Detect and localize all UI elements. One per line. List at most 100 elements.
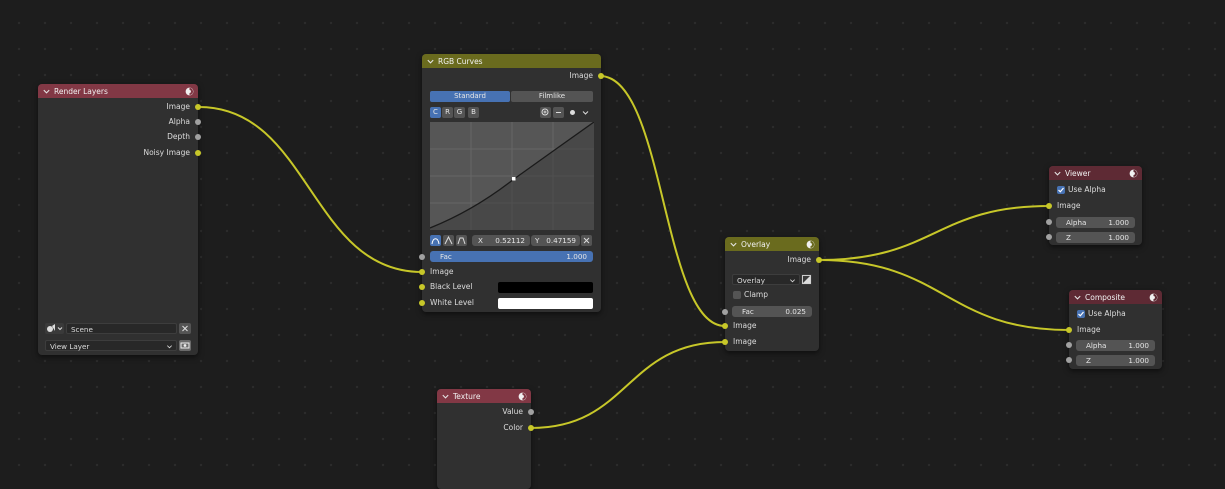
- output-label-image: Image: [787, 255, 812, 264]
- clamp-label: Clamp: [744, 290, 768, 299]
- input-socket-image-2[interactable]: [722, 339, 728, 345]
- handle-free-button[interactable]: [456, 235, 467, 246]
- delete-point-button[interactable]: [581, 235, 592, 246]
- render-layers-node[interactable]: Render Layers Image Alpha Depth Noisy Im…: [38, 84, 201, 355]
- render-layer-button[interactable]: [179, 340, 191, 351]
- node-header[interactable]: Viewer: [1049, 166, 1142, 180]
- input-socket-z[interactable]: [1066, 357, 1072, 363]
- node-header[interactable]: Overlay: [725, 237, 819, 251]
- fac-slider[interactable]: Fac 1.000: [430, 251, 593, 262]
- composite-node[interactable]: Composite Use Alpha Image Alpha 1.000 Z …: [1066, 290, 1162, 369]
- link-curves-to-overlay[interactable]: [599, 75, 726, 327]
- output-socket-color[interactable]: [528, 425, 534, 431]
- view-layer-dropdown[interactable]: View Layer: [45, 340, 177, 351]
- node-title: RGB Curves: [438, 56, 483, 66]
- output-socket-image[interactable]: [816, 257, 822, 263]
- y-coordinate-field[interactable]: Y 0.47159: [531, 235, 580, 246]
- input-socket-white-level[interactable]: [419, 300, 425, 306]
- output-socket-depth[interactable]: [195, 134, 201, 140]
- white-level-color-swatch[interactable]: [498, 298, 593, 309]
- z-field[interactable]: Z 1.000: [1056, 232, 1135, 243]
- collapse-chevron-icon[interactable]: [426, 57, 435, 66]
- zoom-out-button[interactable]: [553, 107, 564, 118]
- x-coordinate-field[interactable]: X 0.52112: [472, 235, 530, 246]
- alpha-label: Alpha: [1086, 341, 1107, 350]
- channel-b-button[interactable]: B: [468, 107, 479, 118]
- collapse-chevron-icon[interactable]: [42, 87, 51, 96]
- node-header[interactable]: Render Layers: [38, 84, 198, 98]
- link-overlay-to-composite[interactable]: [818, 259, 1070, 331]
- scene-selector-button[interactable]: [45, 323, 64, 334]
- channel-r-button[interactable]: R: [442, 107, 453, 118]
- input-label-white-level: White Level: [430, 298, 474, 307]
- alpha-value: 1.000: [1128, 341, 1149, 350]
- overlay-node[interactable]: Overlay Image Overlay Clamp Fac 0.025 Im…: [722, 237, 822, 351]
- use-alpha-toggle[interactable]: [801, 274, 812, 285]
- zoom-in-button[interactable]: [540, 107, 551, 118]
- alpha-field[interactable]: Alpha 1.000: [1076, 340, 1155, 351]
- input-socket-image-1[interactable]: [722, 323, 728, 329]
- checkmark-icon: [1078, 311, 1084, 317]
- output-socket-image[interactable]: [195, 104, 201, 110]
- collapse-chevron-icon[interactable]: [1073, 293, 1082, 302]
- output-socket-alpha[interactable]: [195, 119, 201, 125]
- node-preview-icon: [1149, 293, 1158, 301]
- mode-filmlike-button[interactable]: Filmlike: [511, 91, 593, 102]
- input-socket-alpha[interactable]: [1066, 342, 1072, 348]
- node-header[interactable]: Texture: [437, 389, 531, 403]
- node-title: Overlay: [741, 239, 771, 249]
- scene-name-field[interactable]: Scene: [66, 323, 177, 334]
- curve-tools-button[interactable]: [567, 107, 578, 118]
- input-socket-alpha[interactable]: [1046, 219, 1052, 225]
- node-header[interactable]: RGB Curves: [422, 54, 601, 68]
- input-socket-z[interactable]: [1046, 234, 1052, 240]
- chevron-down-icon: [582, 111, 589, 115]
- input-label-image: Image: [1057, 201, 1081, 210]
- clear-scene-button[interactable]: [179, 323, 191, 334]
- z-field[interactable]: Z 1.000: [1076, 355, 1155, 366]
- node-header[interactable]: Composite: [1069, 290, 1162, 304]
- input-socket-image[interactable]: [1066, 327, 1072, 333]
- use-alpha-checkbox[interactable]: [1057, 186, 1065, 194]
- handle-auto-button[interactable]: [430, 235, 441, 246]
- texture-node[interactable]: Texture Value Color: [437, 389, 534, 489]
- input-socket-fac[interactable]: [722, 309, 728, 315]
- mode-standard-button[interactable]: Standard: [430, 91, 510, 102]
- collapse-chevron-icon[interactable]: [1053, 169, 1062, 178]
- node-preview-icon: [518, 392, 527, 400]
- output-socket-value[interactable]: [528, 409, 534, 415]
- input-socket-image[interactable]: [1046, 203, 1052, 209]
- viewer-node[interactable]: Viewer Use Alpha Image Alpha 1.000 Z 1.0…: [1046, 166, 1142, 245]
- input-socket-black-level[interactable]: [419, 284, 425, 290]
- collapse-chevron-icon[interactable]: [729, 240, 738, 249]
- input-socket-fac[interactable]: [419, 254, 425, 260]
- alpha-field[interactable]: Alpha 1.000: [1056, 217, 1135, 228]
- channel-c-button[interactable]: C: [430, 107, 441, 118]
- input-label-image: Image: [430, 267, 454, 276]
- fac-slider[interactable]: Fac 0.025: [732, 306, 812, 317]
- node-preview-icon: [806, 240, 815, 248]
- link-overlay-to-viewer[interactable]: [818, 205, 1050, 261]
- alpha-toggle-icon: [802, 275, 811, 284]
- curve-graph[interactable]: [430, 122, 594, 230]
- clamp-checkbox[interactable]: [733, 291, 741, 299]
- output-socket-image[interactable]: [598, 73, 604, 79]
- blend-mode-dropdown[interactable]: Overlay: [732, 274, 800, 285]
- rgb-curves-node[interactable]: RGB Curves Image Standard Filmlike C R G…: [419, 54, 604, 312]
- x-label: X: [478, 236, 483, 245]
- zoom-in-icon: [541, 108, 549, 116]
- output-socket-noisy-image[interactable]: [195, 150, 201, 156]
- collapse-chevron-icon[interactable]: [441, 392, 450, 401]
- node-preview-icon: [1129, 169, 1138, 177]
- use-alpha-checkbox[interactable]: [1077, 310, 1085, 318]
- curve-menu-button[interactable]: [580, 107, 591, 118]
- zoom-out-icon: [556, 112, 561, 113]
- handle-vector-button[interactable]: [443, 235, 454, 246]
- channel-g-button[interactable]: G: [454, 107, 465, 118]
- black-level-color-swatch[interactable]: [498, 282, 593, 293]
- link-renderlayers-to-curves[interactable]: [198, 106, 423, 273]
- output-label-color: Color: [503, 423, 523, 432]
- input-socket-image[interactable]: [419, 269, 425, 275]
- link-texture-to-overlay[interactable]: [530, 341, 726, 429]
- curve-control-point[interactable]: [512, 177, 516, 181]
